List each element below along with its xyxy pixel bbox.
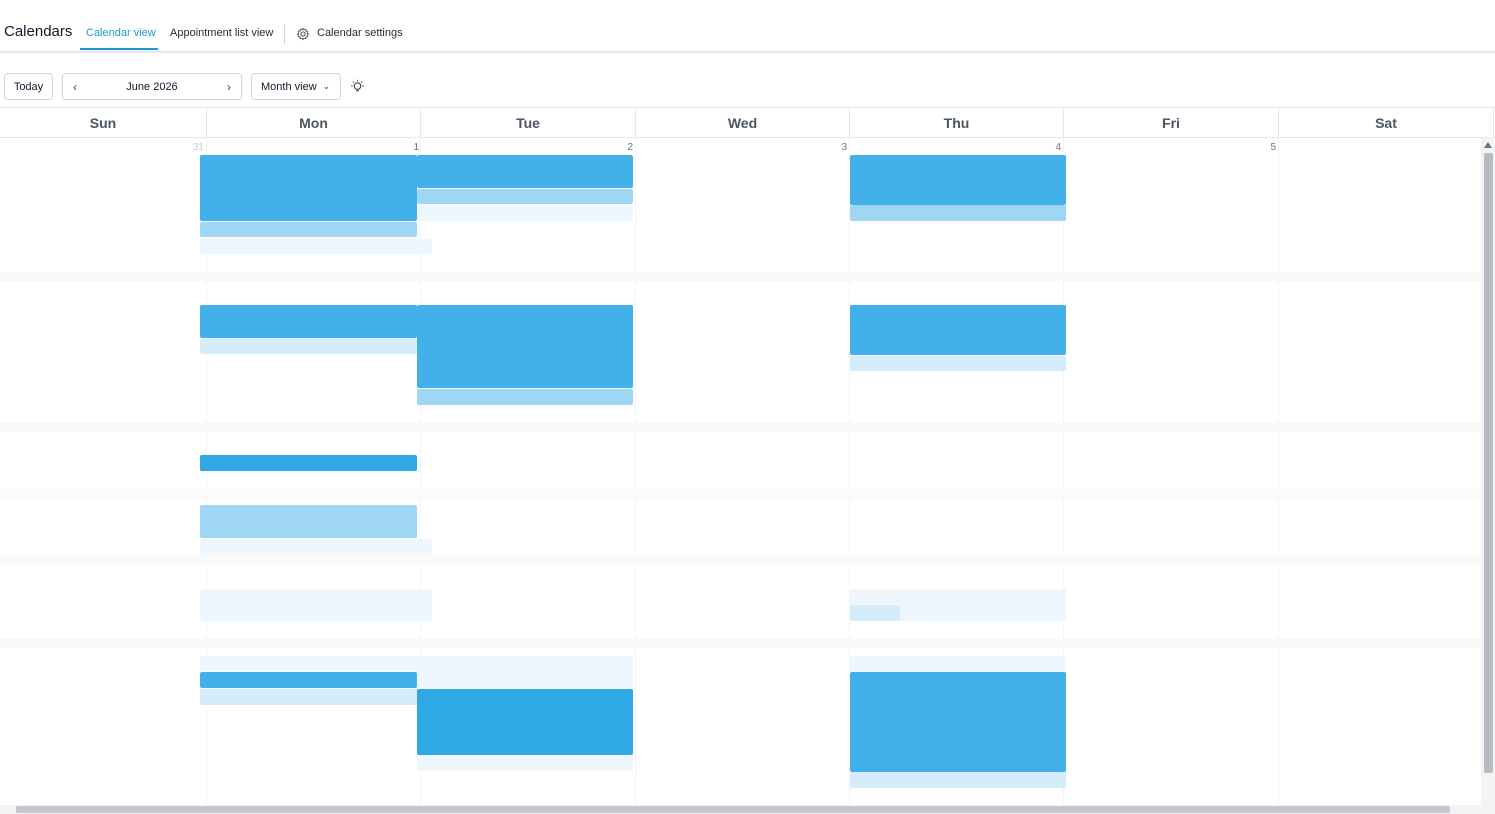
calendar-event[interactable] bbox=[200, 505, 417, 538]
calendar-event[interactable] bbox=[200, 689, 432, 705]
view-select-value: Month view bbox=[261, 80, 317, 93]
calendar-event[interactable] bbox=[850, 356, 1066, 371]
row-divider bbox=[0, 489, 1481, 499]
lightbulb-icon[interactable] bbox=[350, 79, 365, 94]
top-tab-bar: Calendars Calendar view Appointment list… bbox=[0, 0, 1495, 53]
calendar-event[interactable] bbox=[417, 689, 633, 755]
calendar-event[interactable] bbox=[200, 455, 417, 471]
dow-friday: Fri bbox=[1064, 108, 1279, 138]
calendar-event[interactable] bbox=[850, 672, 1066, 772]
dow-saturday: Sat bbox=[1279, 108, 1494, 138]
calendar-event[interactable] bbox=[200, 539, 432, 555]
day-number[interactable]: 4 bbox=[1031, 142, 1061, 153]
horizontal-scroll-thumb[interactable] bbox=[16, 806, 1450, 813]
row-divider bbox=[0, 555, 1481, 565]
row-divider bbox=[0, 272, 1481, 282]
tab-divider bbox=[284, 24, 285, 44]
calendar-event[interactable] bbox=[417, 155, 633, 188]
calendar-event[interactable] bbox=[850, 772, 1066, 788]
column-divider bbox=[635, 138, 636, 805]
chevron-down-icon: ⌄ bbox=[322, 81, 331, 91]
calendar-grid[interactable]: 31 1 2 3 4 5 bbox=[0, 138, 1481, 805]
row-divider bbox=[0, 638, 1481, 648]
date-navigator: ‹ June 2026 › bbox=[62, 73, 242, 100]
calendar-event[interactable] bbox=[200, 589, 432, 621]
calendar-event[interactable] bbox=[417, 205, 633, 221]
calendar-event[interactable] bbox=[850, 205, 1066, 221]
day-number[interactable]: 31 bbox=[174, 142, 204, 153]
vertical-scrollbar[interactable] bbox=[1481, 138, 1495, 805]
calendar-event[interactable] bbox=[200, 305, 417, 338]
calendar-event[interactable] bbox=[200, 222, 417, 237]
dow-sunday: Sun bbox=[0, 108, 207, 138]
gear-icon[interactable] bbox=[296, 27, 310, 41]
scroll-up-icon[interactable] bbox=[1484, 142, 1492, 148]
calendar-event[interactable] bbox=[417, 756, 633, 771]
day-number[interactable]: 2 bbox=[603, 142, 633, 153]
view-select[interactable]: Month view ⌄ bbox=[251, 73, 341, 100]
active-tab-indicator bbox=[80, 48, 158, 50]
calendar-event[interactable] bbox=[850, 305, 1066, 355]
tab-appointment-list-view[interactable]: Appointment list view bbox=[170, 27, 273, 39]
day-of-week-header: Sun Mon Tue Wed Thu Fri Sat bbox=[0, 107, 1495, 138]
horizontal-scrollbar[interactable] bbox=[0, 805, 1495, 814]
day-number[interactable]: 3 bbox=[817, 142, 847, 153]
calendar-event[interactable] bbox=[200, 155, 417, 221]
day-number[interactable]: 5 bbox=[1246, 142, 1276, 153]
dow-wednesday: Wed bbox=[636, 108, 850, 138]
calendar-event[interactable] bbox=[200, 656, 432, 671]
today-button[interactable]: Today bbox=[4, 73, 53, 100]
dow-tuesday: Tue bbox=[421, 108, 636, 138]
calendar-event[interactable] bbox=[850, 656, 1066, 672]
row-divider bbox=[0, 422, 1481, 432]
dow-monday: Mon bbox=[207, 108, 421, 138]
calendar-event[interactable] bbox=[850, 605, 900, 621]
calendar-event[interactable] bbox=[417, 656, 633, 688]
dow-thursday: Thu bbox=[850, 108, 1064, 138]
calendar-event[interactable] bbox=[200, 672, 417, 688]
calendar-event[interactable] bbox=[200, 339, 417, 354]
calendar-event[interactable] bbox=[417, 389, 633, 405]
calendar-settings-link[interactable]: Calendar settings bbox=[317, 27, 403, 39]
day-number[interactable]: 1 bbox=[389, 142, 419, 153]
vertical-scroll-thumb[interactable] bbox=[1484, 153, 1493, 773]
next-period-button[interactable]: › bbox=[217, 80, 241, 94]
calendar-event[interactable] bbox=[417, 189, 633, 204]
tab-calendar-view[interactable]: Calendar view bbox=[86, 27, 156, 39]
calendar-event[interactable] bbox=[417, 305, 633, 388]
column-divider bbox=[1278, 138, 1279, 805]
current-period-label: June 2026 bbox=[126, 80, 178, 93]
calendar-event[interactable] bbox=[200, 239, 432, 254]
calendar-event[interactable] bbox=[850, 155, 1066, 205]
app-title: Calendars bbox=[4, 23, 73, 40]
prev-period-button[interactable]: ‹ bbox=[63, 80, 87, 94]
